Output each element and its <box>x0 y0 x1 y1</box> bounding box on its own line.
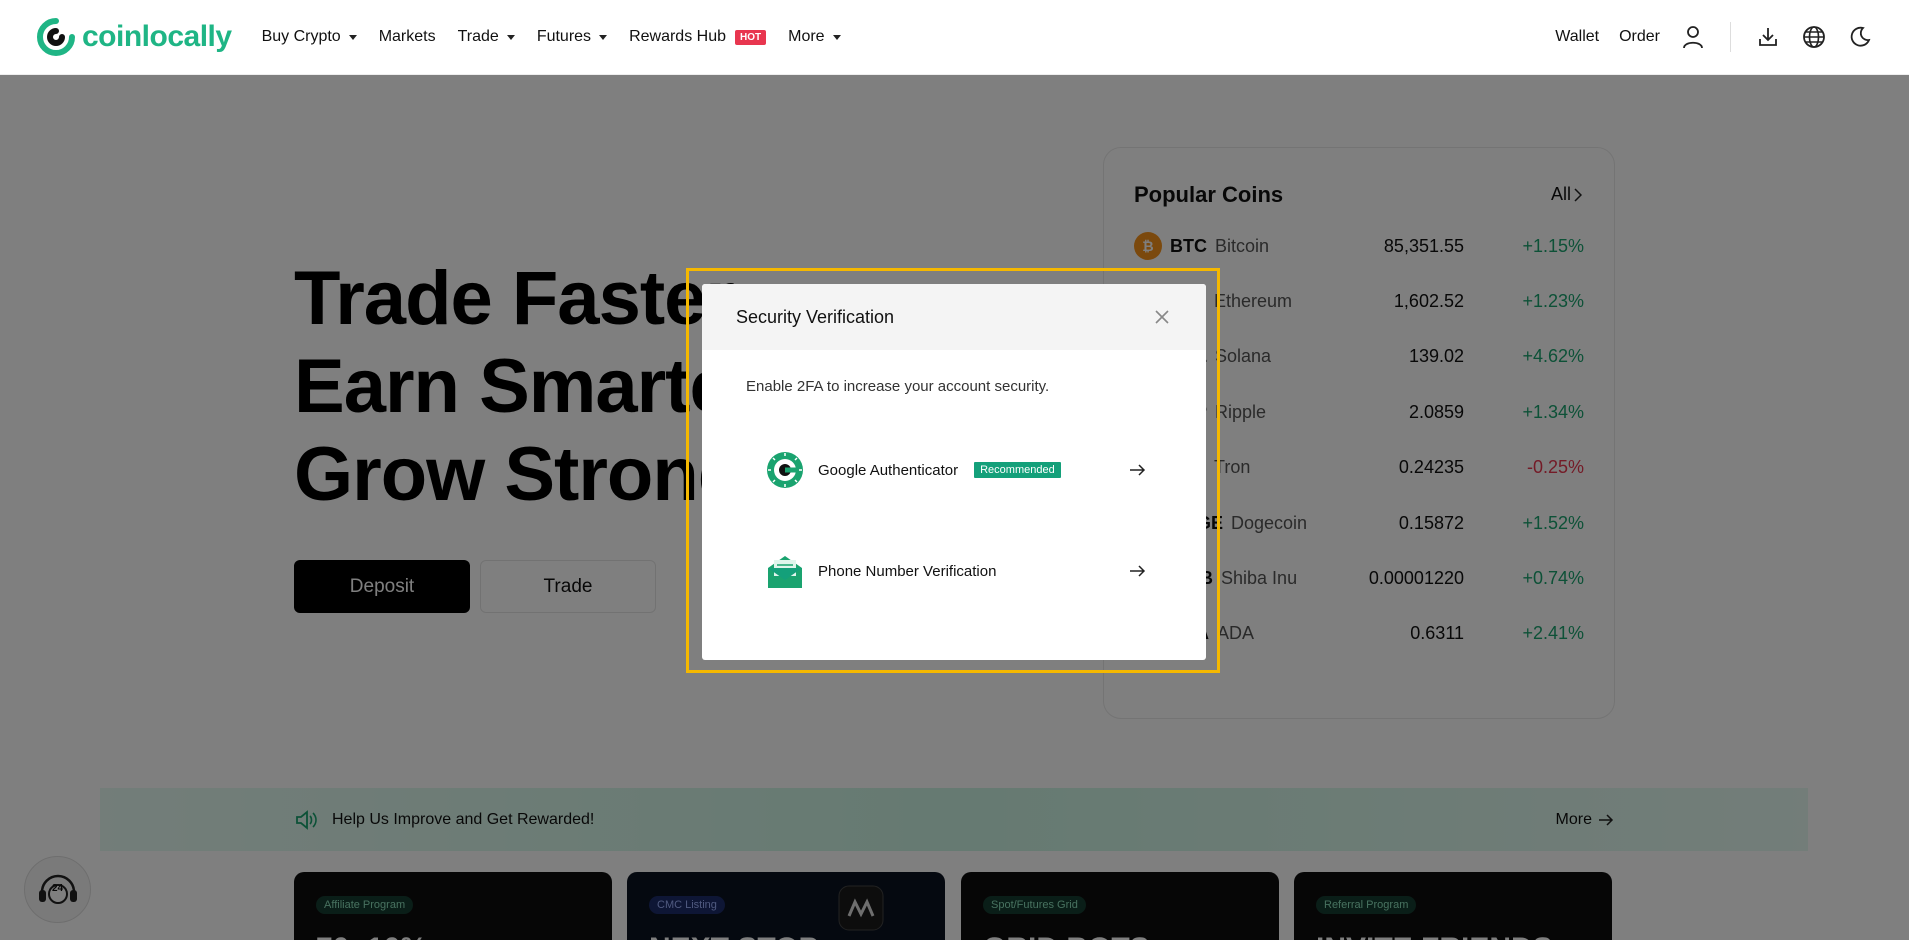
nav-more[interactable]: More <box>788 28 841 46</box>
moon-icon[interactable] <box>1847 24 1873 50</box>
logo-icon <box>37 18 75 56</box>
download-icon[interactable] <box>1755 24 1781 50</box>
wallet-link[interactable]: Wallet <box>1555 28 1599 46</box>
nav-futures[interactable]: Futures <box>536 28 608 46</box>
caret-down-icon <box>506 34 515 40</box>
envelope-phone-icon <box>768 556 802 588</box>
recommended-badge: Recommended <box>974 462 1061 478</box>
nav-markets[interactable]: Markets <box>379 28 436 46</box>
nav-label: Rewards Hub <box>629 28 726 45</box>
hot-badge: HOT <box>735 29 767 45</box>
globe-icon[interactable] <box>1801 24 1827 50</box>
option-label: Phone Number Verification <box>818 562 997 580</box>
google-authenticator-icon <box>767 452 803 488</box>
close-icon[interactable] <box>1152 307 1172 327</box>
arrow-right-icon <box>1130 464 1146 476</box>
dialog-header: Security Verification <box>702 284 1206 350</box>
security-verification-dialog: Security Verification Enable 2FA to incr… <box>702 284 1206 660</box>
google-authenticator-option[interactable]: Google Authenticator Recommended <box>766 448 1146 492</box>
top-header: coinlocally Buy Crypto Markets Trade Fut… <box>0 0 1909 75</box>
option-label: Google Authenticator <box>818 461 959 479</box>
header-actions: Wallet Order <box>1555 22 1873 52</box>
nav-label: Markets <box>378 28 436 45</box>
caret-down-icon <box>599 34 608 40</box>
nav-label: Trade <box>457 28 499 45</box>
nav-trade[interactable]: Trade <box>458 28 515 46</box>
nav-label: Futures <box>536 28 592 45</box>
logo-text: coinlocally <box>82 20 232 53</box>
nav-label: More <box>788 28 825 45</box>
main-nav: Buy Crypto Markets Trade Futures Rewards… <box>262 28 841 46</box>
caret-down-icon <box>832 34 841 40</box>
logo[interactable]: coinlocally <box>36 17 232 57</box>
dialog-subtitle: Enable 2FA to increase your account secu… <box>746 378 1050 395</box>
arrow-right-icon <box>1130 565 1146 577</box>
phone-verification-option[interactable]: Phone Number Verification <box>766 549 1146 593</box>
nav-buy-crypto[interactable]: Buy Crypto <box>262 28 357 46</box>
header-divider <box>1730 22 1731 52</box>
caret-down-icon <box>348 34 357 40</box>
order-link[interactable]: Order <box>1619 28 1660 46</box>
nav-label: Buy Crypto <box>261 28 341 45</box>
user-icon[interactable] <box>1680 24 1706 50</box>
dialog-title: Security Verification <box>736 306 895 327</box>
nav-rewards-hub[interactable]: Rewards Hub HOT <box>629 28 767 46</box>
